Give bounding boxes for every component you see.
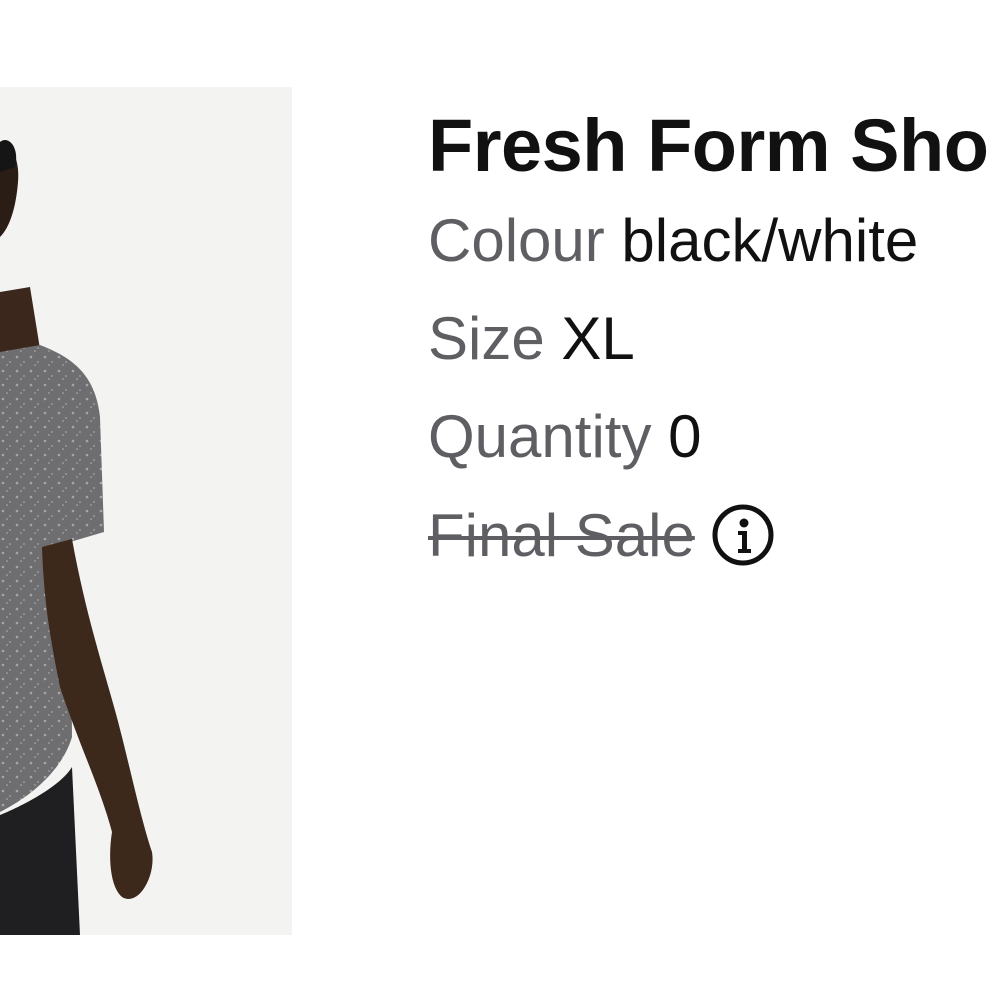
final-sale-label: Final Sale [428,501,695,569]
product-photo [0,87,292,935]
quantity-value: 0 [668,403,702,470]
size-label: Size [428,305,545,372]
product-details: Fresh Form Sho Colour black/white Size X… [428,100,1000,584]
colour-row: Colour black/white [428,192,1000,290]
colour-label: Colour [428,207,605,274]
quantity-label: Quantity [428,403,652,470]
size-row: Size XL [428,290,1000,388]
product-title[interactable]: Fresh Form Sho [428,100,1000,192]
final-sale-row: Final Sale [428,486,1000,584]
quantity-row: Quantity 0 [428,388,1000,486]
colour-value: black/white [621,207,919,274]
size-value: XL [561,305,635,372]
product-image[interactable] [0,87,292,935]
info-icon[interactable] [711,503,775,567]
